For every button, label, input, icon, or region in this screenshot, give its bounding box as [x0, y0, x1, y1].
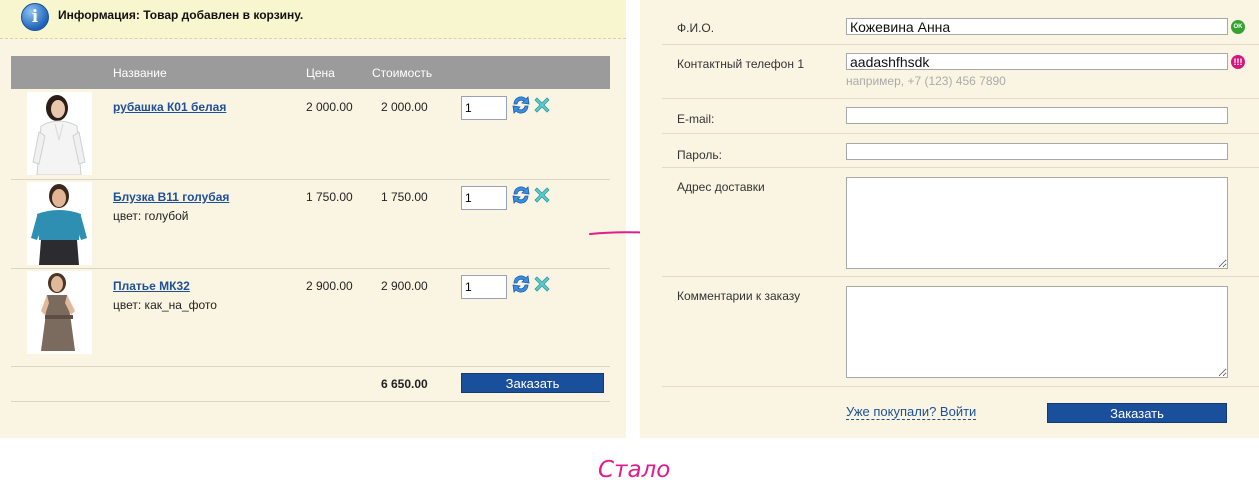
cart-total: 6 650.00: [381, 377, 428, 391]
cart-row: Платье МК32 цвет: как_на_фото 2 900.00 2…: [11, 269, 610, 367]
refresh-icon[interactable]: [511, 274, 531, 297]
product-image[interactable]: [27, 182, 92, 265]
phone-label: Контактный телефон 1: [677, 57, 804, 71]
cart-row: рубашка К01 белая 2 000.00 2 000.00: [11, 90, 610, 180]
password-field[interactable]: [846, 143, 1228, 160]
product-image[interactable]: [27, 92, 92, 175]
field-row-address: Адрес доставки: [662, 168, 1259, 277]
cart-row: Блузка B11 голубая цвет: голубой 1 750.0…: [11, 180, 610, 269]
cart-total-row: 6 650.00 Заказать: [11, 367, 610, 402]
product-color: цвет: голубой: [113, 209, 189, 223]
product-price: 1 750.00: [306, 190, 353, 204]
cart-table-header: Название Цена Стоимость: [11, 56, 610, 89]
ok-icon: OK: [1231, 20, 1245, 34]
fio-label: Ф.И.О.: [677, 21, 715, 35]
quantity-input[interactable]: [461, 186, 507, 210]
field-row-phone: Контактный телефон 1 !!! например, +7 (1…: [662, 45, 1259, 99]
address-field[interactable]: [846, 177, 1228, 269]
field-row-fio: Ф.И.О. OK: [662, 9, 1259, 45]
fio-field[interactable]: [846, 18, 1228, 35]
comment-label: Комментарии к заказу: [677, 289, 801, 303]
remove-icon[interactable]: [534, 97, 550, 116]
login-link[interactable]: Уже покупали? Войти: [846, 404, 977, 420]
column-price: Цена: [306, 66, 335, 80]
comment-field[interactable]: [846, 286, 1228, 378]
field-row-email: E-mail:: [662, 99, 1259, 134]
info-notice: i Информация: Товар добавлен в корзину.: [0, 0, 626, 39]
checkout-form: Ф.И.О. OK Контактный телефон 1 !!! напри…: [640, 0, 1259, 438]
column-name: Название: [113, 66, 167, 80]
product-link[interactable]: Блузка B11 голубая: [113, 190, 229, 204]
info-icon: i: [21, 3, 49, 31]
product-image[interactable]: [27, 271, 92, 354]
refresh-icon[interactable]: [511, 95, 531, 118]
field-row-password: Пароль:: [662, 134, 1259, 168]
address-label: Адрес доставки: [677, 180, 765, 194]
caption: Стало: [598, 457, 671, 483]
quantity-input[interactable]: [461, 275, 507, 299]
product-cost: 2 000.00: [381, 100, 428, 114]
product-color: цвет: как_на_фото: [113, 298, 217, 312]
remove-icon[interactable]: [534, 276, 550, 295]
phone-hint: например, +7 (123) 456 7890: [846, 74, 1006, 88]
remove-icon[interactable]: [534, 187, 550, 206]
email-label: E-mail:: [677, 112, 715, 126]
info-text: Информация: Товар добавлен в корзину.: [58, 8, 304, 22]
warning-icon: !!!: [1231, 55, 1245, 69]
submit-order-button[interactable]: Заказать: [1047, 403, 1227, 423]
column-cost: Стоимость: [372, 66, 433, 80]
email-field[interactable]: [846, 107, 1228, 124]
order-button[interactable]: Заказать: [461, 373, 604, 393]
cart-panel: i Информация: Товар добавлен в корзину. …: [0, 0, 626, 438]
product-link[interactable]: Платье МК32: [113, 279, 190, 293]
product-cost: 2 900.00: [381, 279, 428, 293]
phone-field[interactable]: [846, 53, 1228, 70]
product-price: 2 000.00: [306, 100, 353, 114]
product-cost: 1 750.00: [381, 190, 428, 204]
refresh-icon[interactable]: [511, 185, 531, 208]
quantity-input[interactable]: [461, 96, 507, 120]
product-price: 2 900.00: [306, 279, 353, 293]
password-label: Пароль:: [677, 148, 722, 162]
field-row-comment: Комментарии к заказу: [662, 277, 1259, 387]
product-link[interactable]: рубашка К01 белая: [113, 100, 226, 114]
